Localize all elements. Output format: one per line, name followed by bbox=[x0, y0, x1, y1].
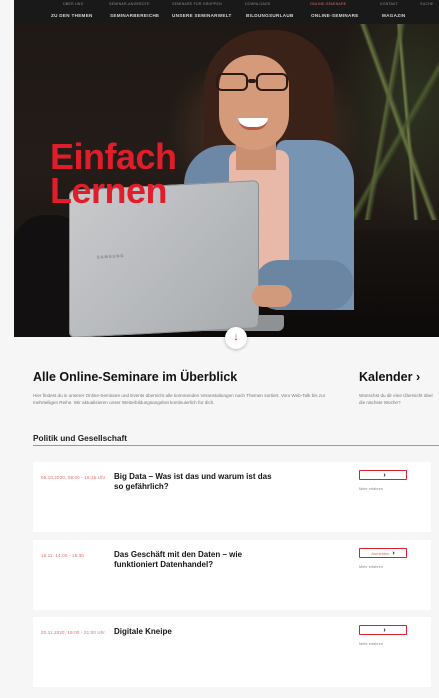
glasses bbox=[214, 73, 292, 95]
event-title[interactable]: Digitale Kneipe bbox=[114, 627, 279, 637]
nav-main-magazine[interactable]: Magazin bbox=[382, 13, 406, 18]
nav-utility-contact[interactable]: Kontakt bbox=[380, 2, 398, 6]
event-title[interactable]: Das Geschäft mit den Daten – wie funktio… bbox=[114, 550, 279, 570]
event-more-link[interactable]: Mehr erfahren bbox=[359, 642, 383, 646]
nav-utility-online[interactable]: Online-Seminare bbox=[310, 2, 346, 6]
nav-main-themes[interactable]: Zu den Themen bbox=[51, 13, 93, 18]
nav-utility-offers[interactable]: Seminar-Angebote bbox=[109, 2, 150, 6]
event-more-link[interactable]: Mehr erfahren bbox=[359, 565, 383, 569]
event-card[interactable]: 05.10.2020, 09:00 - 16:15 Uhr Big Data –… bbox=[33, 462, 431, 532]
overview-description: Hier findest du in unserer Online-Semina… bbox=[33, 393, 326, 405]
nav-main-online[interactable]: Online-Seminare bbox=[311, 13, 359, 18]
event-register-button[interactable]: › bbox=[359, 470, 407, 480]
nav-main-areas[interactable]: Seminarbereiche bbox=[110, 13, 159, 18]
category-divider bbox=[33, 445, 439, 446]
nav-utility-groups[interactable]: Seminare für Gruppen bbox=[172, 2, 222, 6]
overview-title: Alle Online-Seminare im Überblick bbox=[33, 370, 238, 384]
hero-title: Einfach Lernen bbox=[50, 136, 177, 211]
calendar-description: Wünschst du dir eine Übersicht über die … bbox=[359, 393, 434, 405]
chevron-right-icon: › bbox=[392, 549, 395, 557]
event-date: 05.10.2020, 09:00 - 16:15 Uhr bbox=[41, 475, 106, 480]
laptop-brand: SAMSUNG bbox=[97, 253, 125, 260]
hero-title-line1: Einfach bbox=[50, 136, 177, 177]
event-card[interactable]: 18.11. 14:00 - 15:30 Das Geschäft mit de… bbox=[33, 540, 431, 610]
chevron-right-icon: › bbox=[383, 626, 386, 634]
category-title: Politik und Gesellschaft bbox=[33, 433, 128, 443]
page: SAMSUNG Einfach Lernen Über uns Seminar-… bbox=[0, 0, 439, 698]
event-more-link[interactable]: Mehr erfahren bbox=[359, 487, 383, 491]
nav-main-world[interactable]: Unsere Seminarwelt bbox=[172, 13, 232, 18]
hero-image: SAMSUNG Einfach Lernen bbox=[14, 0, 439, 337]
plant-decoration bbox=[349, 20, 439, 220]
woman-hand bbox=[252, 285, 292, 307]
woman-face bbox=[219, 55, 289, 150]
nav-main-leave[interactable]: Bildungsurlaub bbox=[246, 13, 294, 18]
calendar-link[interactable]: Kalender › bbox=[359, 370, 420, 384]
event-date: 18.11. 14:00 - 15:30 bbox=[41, 553, 84, 558]
event-date: 20.11.2020, 19:00 - 21:00 Uhr bbox=[41, 630, 106, 635]
event-register-label: Anmelden bbox=[371, 550, 390, 556]
nav-utility-downloads[interactable]: Downloads bbox=[245, 2, 270, 6]
event-title[interactable]: Big Data – Was ist das und warum ist das… bbox=[114, 472, 279, 492]
chevron-right-icon: › bbox=[383, 471, 386, 479]
hero-title-line2: Lernen bbox=[50, 170, 168, 211]
nav-utility-search[interactable]: Suche bbox=[420, 2, 434, 6]
event-register-button[interactable]: › bbox=[359, 625, 407, 635]
event-register-button[interactable]: Anmelden › bbox=[359, 548, 407, 558]
arrow-down-icon[interactable]: ↓ bbox=[225, 327, 247, 349]
top-navigation: Über uns Seminar-Angebote Seminare für G… bbox=[14, 0, 439, 24]
event-card[interactable]: 20.11.2020, 19:00 - 21:00 Uhr Digitale K… bbox=[33, 617, 431, 687]
nav-utility-about[interactable]: Über uns bbox=[63, 2, 83, 6]
